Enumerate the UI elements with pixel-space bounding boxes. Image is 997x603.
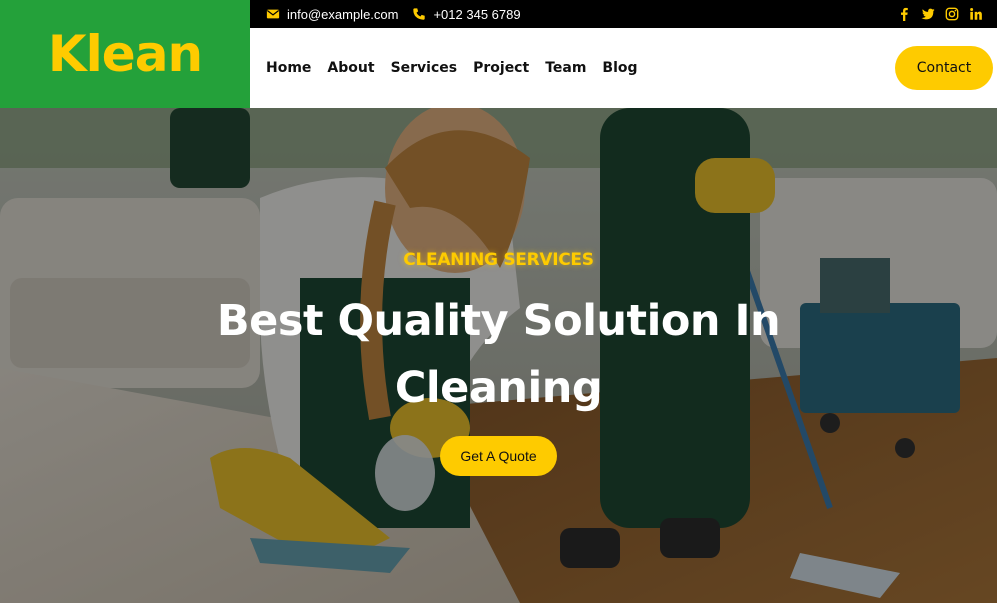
phone-text: +012 345 6789 [433,6,521,22]
social-links [887,7,983,21]
phone-contact[interactable]: +012 345 6789 [412,6,521,22]
nav-blog[interactable]: Blog [602,60,637,76]
hero-headline: Best Quality Solution In Cleaning [216,296,781,413]
main-navigation: Home About Services Project Team Blog Co… [250,28,997,108]
twitter-icon[interactable] [921,7,935,21]
envelope-icon [266,7,280,21]
email-text: info@example.com [287,6,399,22]
hero-eyebrow: CLEANING SERVICES [403,250,594,270]
facebook-icon[interactable] [897,7,911,21]
nav-services[interactable]: Services [391,60,458,76]
get-quote-button[interactable]: Get A Quote [440,436,557,476]
email-contact[interactable]: info@example.com [266,7,398,22]
nav-team[interactable]: Team [545,60,586,76]
instagram-icon[interactable] [945,7,959,21]
nav-about[interactable]: About [327,60,374,76]
nav-home[interactable]: Home [266,60,311,76]
page: Klean info@example.com +012 345 6789 Hom… [0,0,997,603]
brand-name: Klean [47,25,203,83]
top-contact-bar: info@example.com +012 345 6789 [250,0,997,28]
phone-icon [412,7,426,21]
contact-button[interactable]: Contact [895,46,993,90]
nav-project[interactable]: Project [473,60,529,76]
brand-logo[interactable]: Klean [0,0,250,108]
hero-content: CLEANING SERVICES Best Quality Solution … [0,250,997,476]
linkedin-icon[interactable] [969,7,983,21]
